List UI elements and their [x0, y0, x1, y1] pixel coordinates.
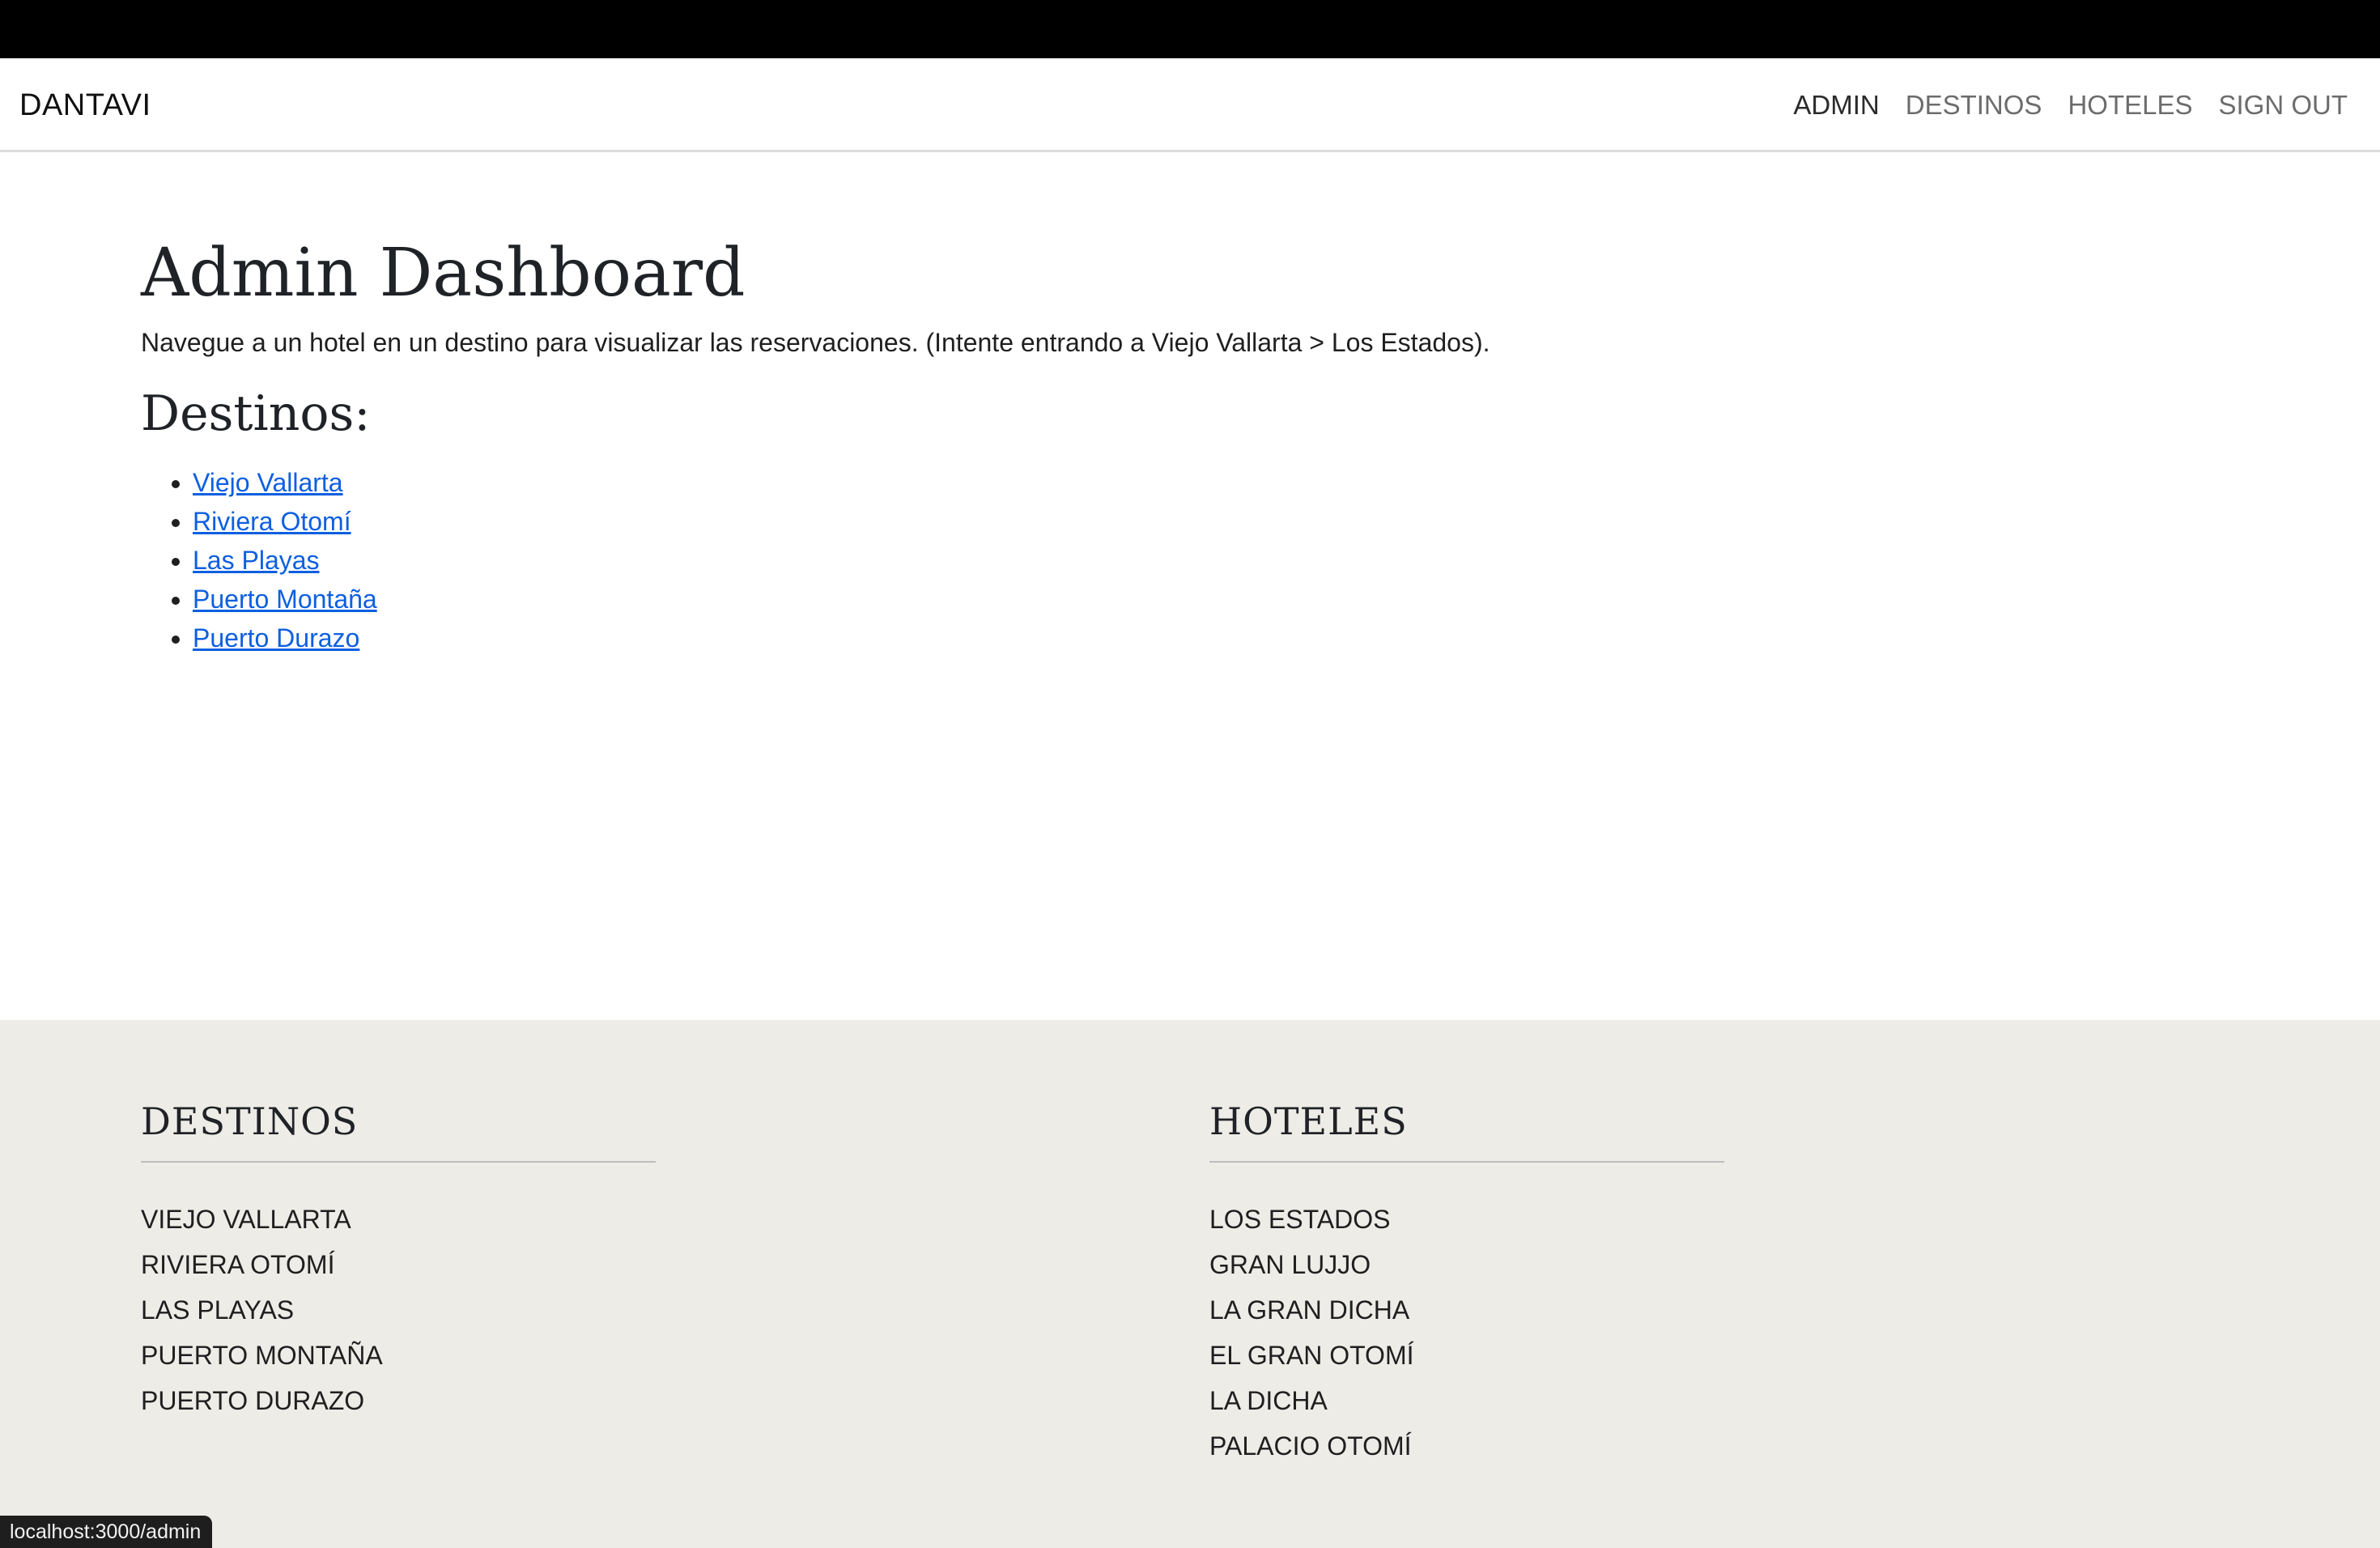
list-item: Puerto Durazo — [193, 619, 377, 657]
destino-link-las-playas[interactable]: Las Playas — [193, 546, 320, 575]
footer-destinos-list: VIEJO VALLARTA RIVIERA OTOMÍ LAS PLAYAS … — [141, 1197, 656, 1423]
footer-hotel-link[interactable]: PALACIO OTOMÍ — [1209, 1423, 1724, 1469]
destino-link-puerto-montana[interactable]: Puerto Montaña — [193, 585, 377, 614]
footer-destino-link[interactable]: RIVIERA OTOMÍ — [141, 1242, 656, 1287]
nav-link-destinos[interactable]: DESTINOS — [1906, 86, 2042, 125]
list-item: Viejo Vallarta — [193, 463, 377, 502]
top-black-bar — [0, 0, 2380, 58]
footer-hotel-link[interactable]: LA GRAN DICHA — [1209, 1287, 1724, 1333]
destinos-list: Viejo Vallarta Riviera Otomí Las Playas … — [141, 463, 377, 657]
page-title: Admin Dashboard — [141, 235, 746, 312]
footer-hotel-link[interactable]: GRAN LUJJO — [1209, 1242, 1724, 1287]
destino-link-puerto-durazo[interactable]: Puerto Durazo — [193, 623, 359, 653]
intro-text: Navegue a un hotel en un destino para vi… — [141, 328, 1490, 357]
brand-logo[interactable]: DANTAVI — [19, 86, 151, 125]
footer-destino-link[interactable]: PUERTO DURAZO — [141, 1378, 656, 1423]
destino-link-riviera-otomi[interactable]: Riviera Otomí — [193, 507, 351, 536]
footer: DESTINOS VIEJO VALLARTA RIVIERA OTOMÍ LA… — [0, 1020, 2380, 1548]
footer-hoteles-list: LOS ESTADOS GRAN LUJJO LA GRAN DICHA EL … — [1209, 1197, 1724, 1469]
footer-hotel-link[interactable]: LOS ESTADOS — [1209, 1197, 1724, 1242]
footer-destino-link[interactable]: PUERTO MONTAÑA — [141, 1333, 656, 1378]
footer-destinos-column: DESTINOS VIEJO VALLARTA RIVIERA OTOMÍ LA… — [141, 1093, 656, 1423]
nav-link-hoteles[interactable]: HOTELES — [2068, 86, 2192, 125]
footer-hoteles-column: HOTELES LOS ESTADOS GRAN LUJJO LA GRAN D… — [1209, 1093, 1724, 1469]
status-bar-url: localhost:3000/admin — [0, 1516, 213, 1548]
footer-destino-link[interactable]: LAS PLAYAS — [141, 1287, 656, 1333]
list-item: Las Playas — [193, 541, 377, 580]
footer-hotel-link[interactable]: LA DICHA — [1209, 1378, 1724, 1423]
footer-hotel-link[interactable]: EL GRAN OTOMÍ — [1209, 1333, 1724, 1378]
footer-hoteles-title: HOTELES — [1209, 1093, 1724, 1163]
navbar: DANTAVI ADMIN DESTINOS HOTELES SIGN OUT — [0, 58, 2380, 152]
list-item: Riviera Otomí — [193, 502, 377, 541]
destino-link-viejo-vallarta[interactable]: Viejo Vallarta — [193, 468, 343, 497]
list-item: Puerto Montaña — [193, 580, 377, 619]
nav-link-sign-out[interactable]: SIGN OUT — [2218, 86, 2348, 125]
destinos-heading: Destinos: — [141, 385, 371, 442]
footer-destinos-title: DESTINOS — [141, 1093, 656, 1163]
nav-links: ADMIN DESTINOS HOTELES SIGN OUT — [1793, 86, 2348, 125]
nav-link-admin[interactable]: ADMIN — [1793, 86, 1879, 125]
footer-destino-link[interactable]: VIEJO VALLARTA — [141, 1197, 656, 1242]
